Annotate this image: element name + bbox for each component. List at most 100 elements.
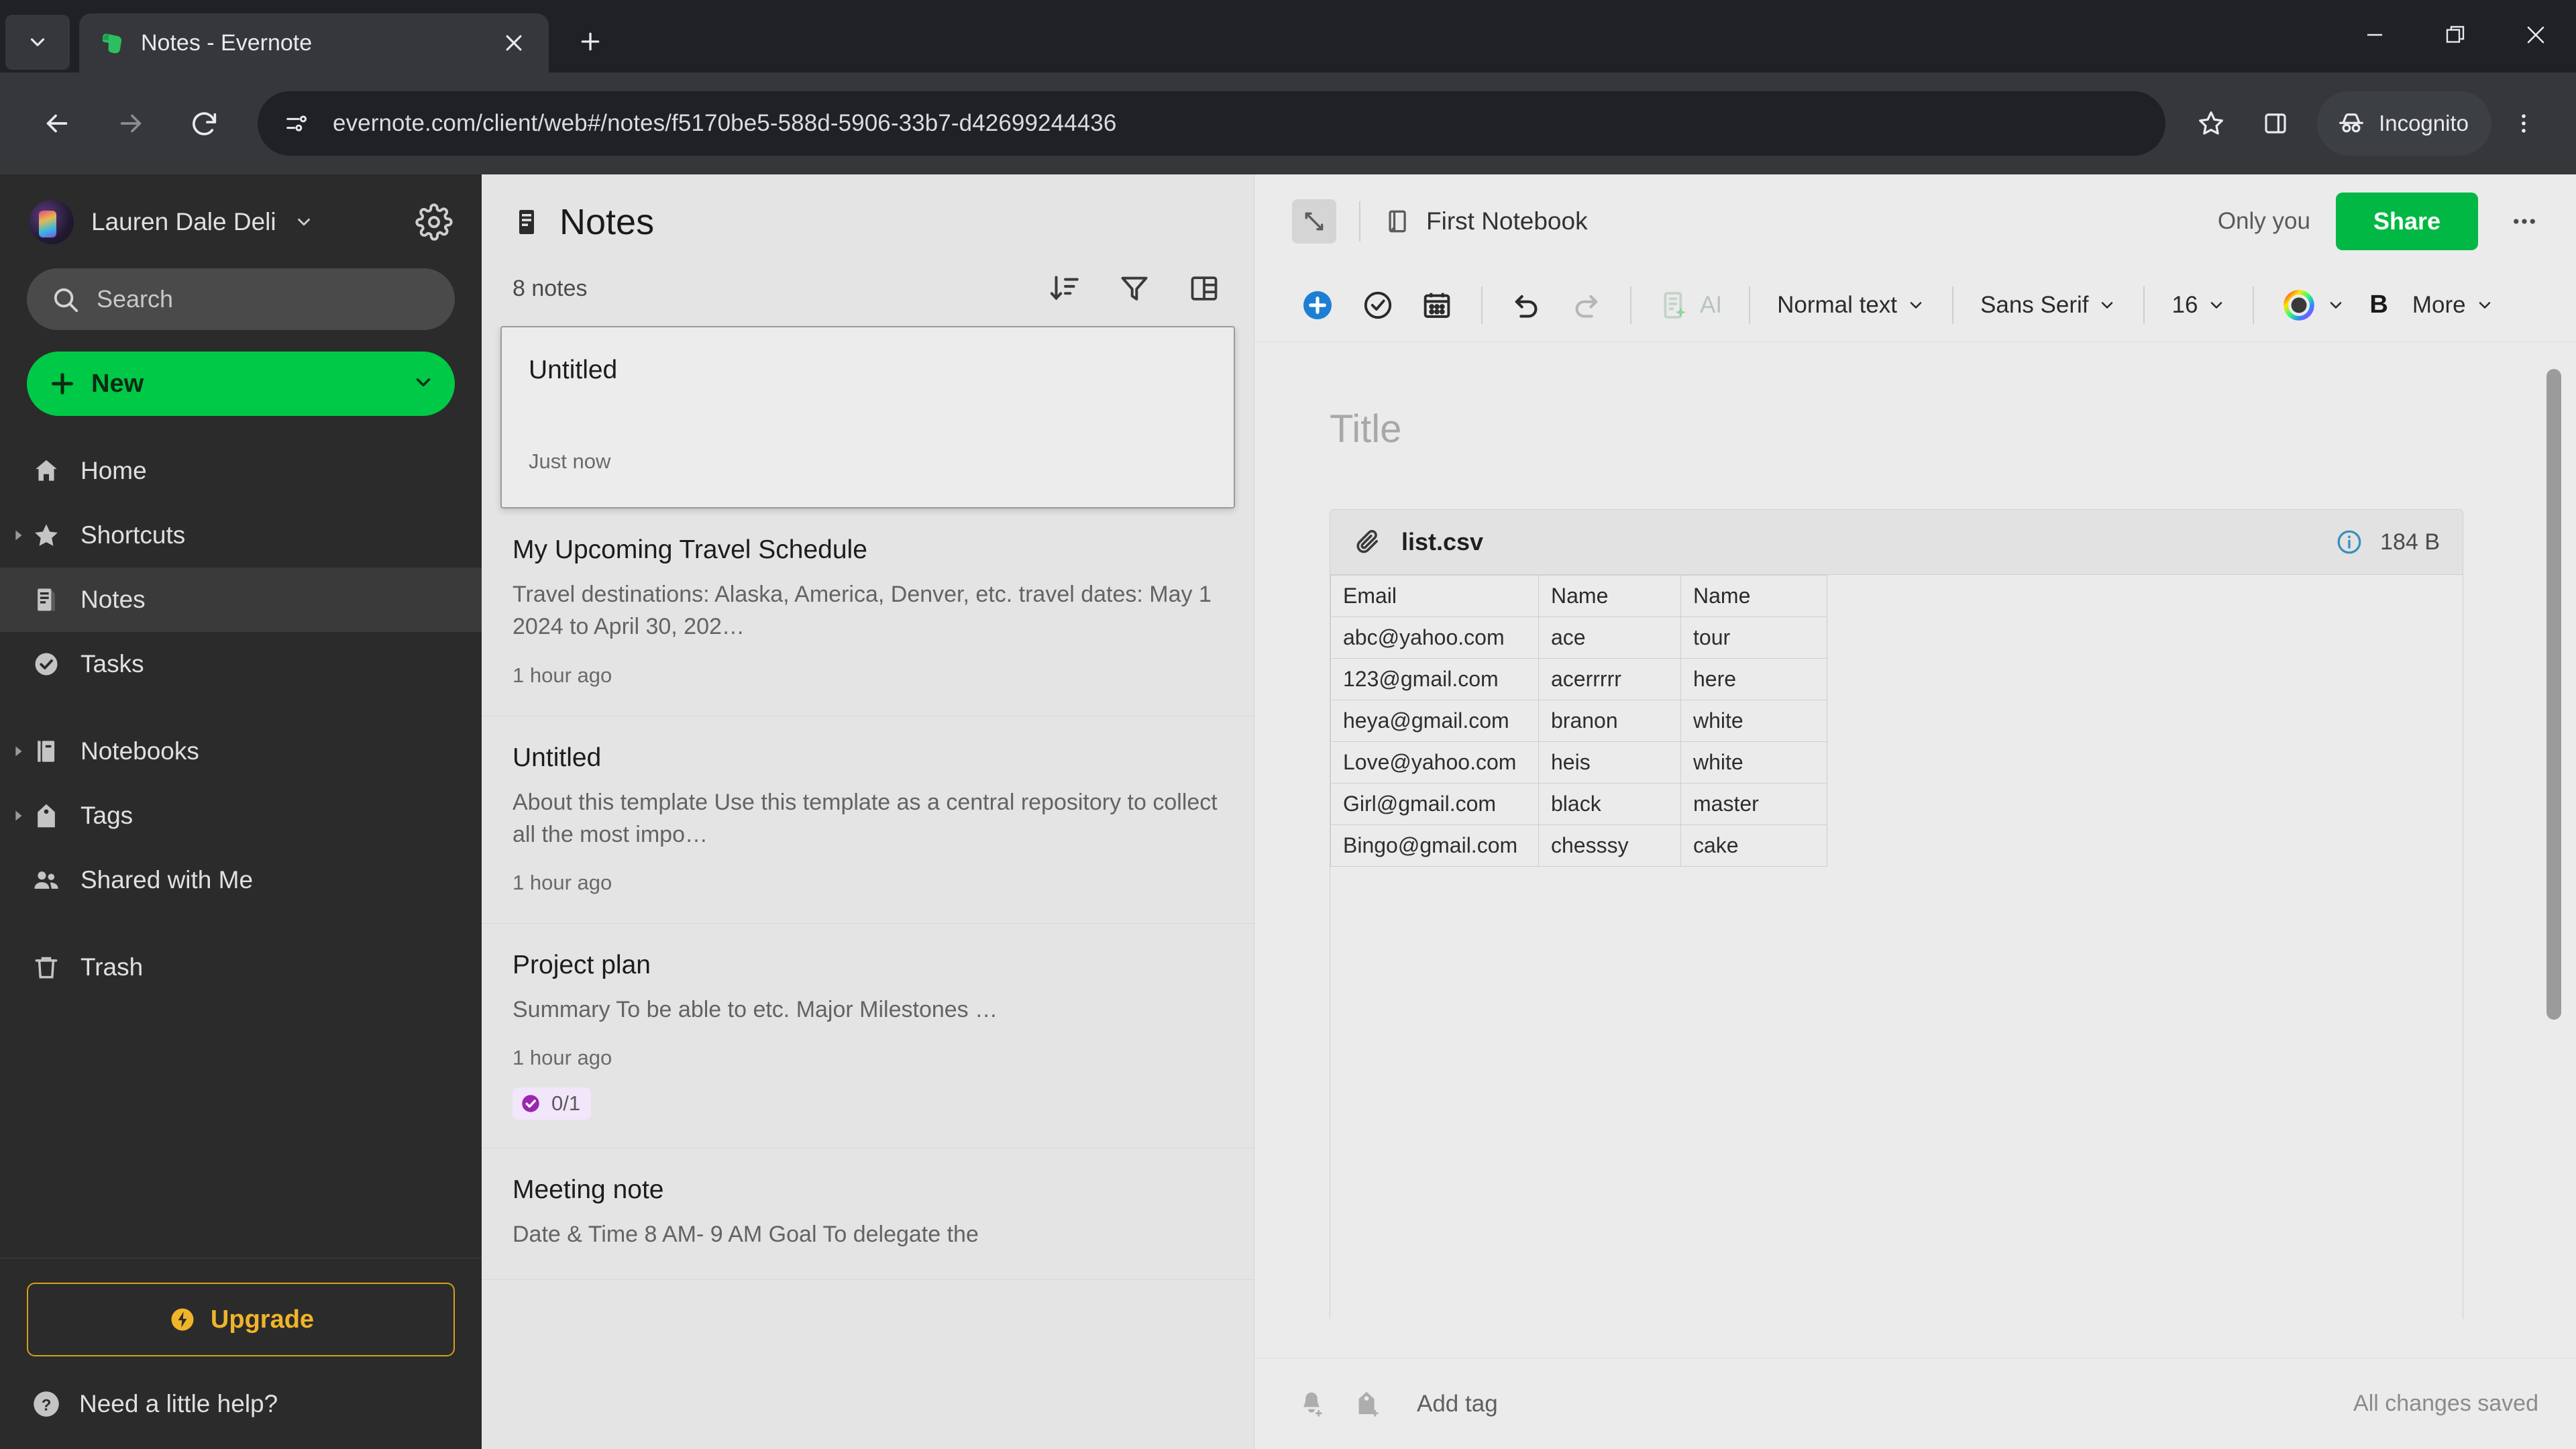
note-more-button[interactable] bbox=[2504, 201, 2545, 242]
settings-button[interactable] bbox=[413, 201, 455, 243]
bookmark-button[interactable] bbox=[2179, 91, 2243, 156]
insert-calendar-button[interactable] bbox=[1407, 280, 1466, 331]
view-options-button[interactable] bbox=[1185, 270, 1223, 307]
help-button[interactable]: ? Need a little help? bbox=[27, 1387, 455, 1421]
editor-topbar: First Notebook Only you Share bbox=[1254, 174, 2576, 268]
paragraph-style-select[interactable]: Normal text bbox=[1765, 280, 1937, 331]
maximize-button[interactable] bbox=[2415, 0, 2496, 70]
table-cell: here bbox=[1680, 658, 1827, 700]
font-family-select[interactable]: Sans Serif bbox=[1968, 280, 2129, 331]
note-list-item[interactable]: My Upcoming Travel Schedule Travel desti… bbox=[482, 508, 1254, 716]
add-tag-label[interactable]: Add tag bbox=[1417, 1391, 1498, 1417]
help-label: Need a little help? bbox=[79, 1390, 278, 1417]
expand-twisty-icon[interactable] bbox=[9, 807, 27, 824]
sidebar-item-label: Trash bbox=[80, 953, 144, 981]
note-list-item[interactable]: Meeting note Date & Time 8 AM- 9 AM Goal… bbox=[482, 1148, 1254, 1280]
attachment-header: list.csv 184 B bbox=[1330, 510, 2463, 574]
bolt-badge-icon bbox=[171, 1308, 194, 1331]
site-settings-icon[interactable] bbox=[276, 103, 317, 144]
side-panel-button[interactable] bbox=[2243, 91, 2308, 156]
attachment-size: 184 B bbox=[2380, 529, 2440, 555]
table-cell: white bbox=[1680, 741, 1827, 784]
note-title: Meeting note bbox=[513, 1175, 664, 1205]
incognito-indicator[interactable]: Incognito bbox=[2317, 91, 2491, 156]
sidebar: Lauren Dale Deli Search New Home Shortcu… bbox=[0, 174, 482, 1449]
more-formatting-button[interactable]: More bbox=[2400, 280, 2506, 331]
search-input[interactable]: Search bbox=[27, 268, 455, 330]
font-size-select[interactable]: 16 bbox=[2159, 280, 2238, 331]
sidebar-item-shortcuts[interactable]: Shortcuts bbox=[0, 503, 482, 568]
info-icon[interactable] bbox=[2334, 527, 2364, 557]
incognito-label: Incognito bbox=[2379, 111, 2469, 136]
share-button[interactable]: Share bbox=[2335, 193, 2478, 250]
sidebar-item-home[interactable]: Home bbox=[0, 439, 482, 503]
notes-list-actions bbox=[1046, 270, 1223, 307]
text-color-picker[interactable] bbox=[2269, 280, 2357, 331]
notes-list-title-row: Notes bbox=[513, 201, 1223, 243]
expand-twisty-icon[interactable] bbox=[9, 743, 27, 760]
add-tag-button[interactable] bbox=[1348, 1385, 1387, 1424]
upgrade-button[interactable]: Upgrade bbox=[27, 1283, 455, 1356]
table-row: abc@yahoo.com ace tour bbox=[1330, 616, 1827, 659]
sidebar-item-trash[interactable]: Trash bbox=[0, 935, 482, 1000]
note-title-input[interactable]: Title bbox=[1254, 342, 2576, 451]
account-row[interactable]: Lauren Dale Deli bbox=[0, 174, 482, 251]
table-cell: branon bbox=[1538, 700, 1681, 742]
evernote-elephant-icon bbox=[102, 34, 122, 54]
insert-task-button[interactable] bbox=[1348, 280, 1407, 331]
sidebar-item-label: Tasks bbox=[80, 650, 144, 678]
new-note-dropdown[interactable] bbox=[412, 371, 435, 397]
filter-button[interactable] bbox=[1116, 270, 1153, 307]
tab-close-button[interactable] bbox=[496, 25, 531, 60]
expand-note-button[interactable] bbox=[1292, 199, 1336, 244]
attachment-preview: Email Name Name abc@yahoo.com ace tour 1… bbox=[1330, 574, 2463, 1319]
sort-button[interactable] bbox=[1046, 270, 1083, 307]
ai-button[interactable]: AI bbox=[1646, 280, 1734, 331]
redo-button[interactable] bbox=[1556, 280, 1615, 331]
note-icon bbox=[519, 210, 534, 234]
minimize-button[interactable] bbox=[2334, 0, 2415, 70]
reload-button[interactable] bbox=[168, 87, 241, 160]
reload-icon bbox=[193, 112, 217, 136]
chevron-down-icon bbox=[2475, 296, 2494, 315]
chrome-menu-button[interactable] bbox=[2491, 91, 2556, 156]
new-note-button[interactable]: New bbox=[27, 352, 455, 416]
editor-scrollbar[interactable] bbox=[2546, 369, 2561, 1020]
table-cell: Bingo@gmail.com bbox=[1330, 824, 1539, 867]
attachment-card[interactable]: list.csv 184 B Email Name Name abc@yahoo… bbox=[1330, 509, 2463, 1319]
tab-search-button[interactable] bbox=[5, 15, 70, 70]
undo-button[interactable] bbox=[1497, 280, 1556, 331]
editor-footer: Add tag All changes saved bbox=[1254, 1358, 2576, 1449]
font-size-value: 16 bbox=[2171, 291, 2198, 318]
sidebar-item-shared-with-me[interactable]: Shared with Me bbox=[0, 848, 482, 912]
table-row: heya@gmail.com branon white bbox=[1330, 700, 1827, 742]
add-reminder-button[interactable] bbox=[1292, 1385, 1331, 1424]
note-content-area[interactable]: Title list.csv 184 B Email Name Name abc… bbox=[1254, 342, 2576, 1358]
browser-tab-title: Notes - Evernote bbox=[141, 30, 313, 56]
back-button[interactable] bbox=[20, 87, 94, 160]
close-window-button[interactable] bbox=[2496, 0, 2576, 70]
chevron-down-icon bbox=[416, 378, 431, 386]
bold-button[interactable]: B bbox=[2357, 280, 2400, 331]
note-list-item[interactable]: Untitled Just now bbox=[500, 326, 1235, 508]
editor-topbar-actions: Only you Share bbox=[2218, 193, 2545, 250]
table-row: Girl@gmail.com black master bbox=[1330, 783, 1827, 825]
note-timestamp: 1 hour ago bbox=[513, 871, 612, 895]
browser-tab[interactable]: Notes - Evernote bbox=[79, 13, 549, 72]
sidebar-item-notebooks[interactable]: Notebooks bbox=[0, 719, 482, 784]
insert-button[interactable] bbox=[1287, 280, 1348, 331]
new-tab-button[interactable] bbox=[566, 17, 614, 66]
forward-button[interactable] bbox=[94, 87, 168, 160]
note-snippet: About this template Use this template as… bbox=[513, 789, 1218, 847]
close-icon bbox=[2527, 26, 2544, 44]
sidebar-item-tags[interactable]: Tags bbox=[0, 784, 482, 848]
note-list-item[interactable]: Untitled About this template Use this te… bbox=[482, 716, 1254, 924]
expand-twisty-icon[interactable] bbox=[9, 527, 27, 544]
address-bar[interactable]: evernote.com/client/web#/notes/f5170be5-… bbox=[258, 91, 2166, 156]
notes-list-subheader: 8 notes bbox=[513, 270, 1223, 326]
sidebar-item-notes[interactable]: Notes bbox=[0, 568, 482, 632]
table-cell: ace bbox=[1538, 616, 1681, 659]
note-list-item[interactable]: Project plan Summary To be able to etc. … bbox=[482, 924, 1254, 1149]
sidebar-item-tasks[interactable]: Tasks bbox=[0, 632, 482, 696]
notebook-selector[interactable]: First Notebook bbox=[1383, 207, 1588, 236]
